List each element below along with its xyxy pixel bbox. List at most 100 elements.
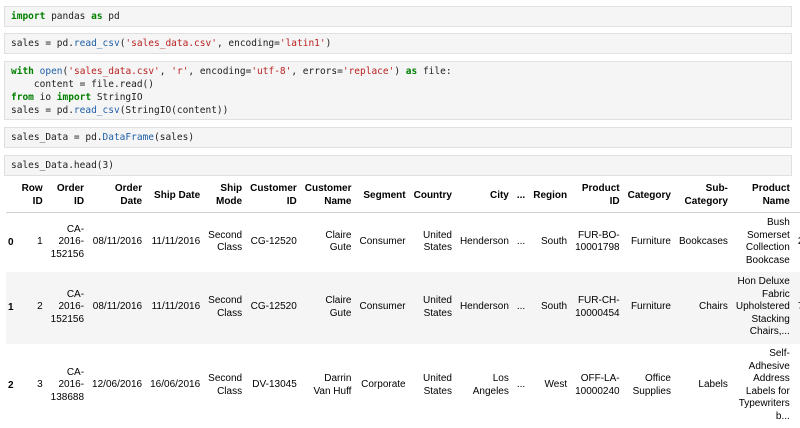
cell-text: Country (413, 189, 452, 201)
cell-text: Consumer (359, 236, 406, 247)
cell-text: Name (324, 196, 352, 207)
table-cell: United States (410, 272, 456, 344)
cell-text: 11/11/2016 (151, 301, 201, 313)
column-header: Customer Name (301, 178, 356, 213)
cell-text: FUR-BO- (577, 229, 620, 241)
cell-text: Darrin (324, 373, 352, 384)
column-header: Sub- Category (675, 178, 732, 213)
column-header: Customer ID (246, 178, 301, 213)
code-line: sales = pd.read_csv('sales_data.csv', en… (11, 38, 332, 49)
cell-text: Category (684, 196, 728, 207)
cell-text: ID (286, 196, 297, 207)
table-cell: Furniture (624, 213, 675, 272)
code-cell-head[interactable]: sales_Data.head(3) (4, 155, 792, 176)
table-cell: CA- 2016- 152156 (47, 213, 88, 272)
code-cell-dataframe[interactable]: sales_Data = pd.DataFrame(sales) (4, 127, 792, 148)
cell-text: Corporate (361, 379, 406, 391)
cell-text: Adhesive (748, 360, 790, 372)
cell-text: States (423, 385, 452, 397)
column-header: Product ID (571, 178, 624, 213)
table-cell: 08/11/2016 (88, 213, 146, 272)
cell-text: Second (208, 229, 243, 241)
column-header: ... (513, 178, 529, 213)
table-cell: South (529, 272, 571, 344)
code-line: sales_Data.head(3) (11, 160, 114, 171)
cell-text: Hon Deluxe (737, 276, 790, 288)
cell-text: Los (492, 373, 509, 384)
code-line: from io import StringIO (11, 92, 143, 103)
table-cell: 12/06/2016 (88, 344, 146, 428)
table-cell: CA- 2016- 152156 (47, 272, 88, 344)
dataframe-output-table: Row ID Order ID Order Date Ship Date Ship Mode Cu… (6, 178, 800, 428)
cell-text: Furniture (630, 301, 671, 313)
code-cell-read-csv[interactable]: sales = pd.read_csv('sales_data.csv', en… (4, 33, 792, 54)
row-index: 1 (8, 302, 14, 313)
row-index: 0 (8, 236, 14, 248)
cell-text: Supplies (632, 385, 671, 397)
table-cell: Second Class (204, 344, 246, 428)
table-cell: Chairs (675, 272, 732, 344)
cell-text: Furniture (630, 236, 671, 247)
cell-text: United (423, 229, 452, 241)
cell-text: ... (516, 379, 526, 391)
cell-text: Upholstered (735, 301, 790, 313)
cell-text: 2016- (58, 301, 85, 313)
cell-text: Bush (767, 217, 790, 229)
table-cell: 08/11/2016 (88, 272, 146, 344)
table-header-row: Row ID Order ID Order Date Ship Date Ship Mode Cu… (6, 178, 800, 213)
cell-text: Gute (329, 307, 352, 319)
table-cell: ... (513, 213, 529, 272)
cell-text: Class (217, 385, 243, 397)
table-cell: CG-12520 (246, 272, 301, 344)
cell-text: Product (752, 183, 790, 194)
table-cell: Corporate (355, 344, 409, 428)
code-cell-open-file[interactable]: with open('sales_data.csv', 'r', encodin… (4, 61, 792, 120)
cell-text: Segment (363, 189, 406, 201)
cell-text: Row (21, 183, 43, 194)
cell-text: CA- (66, 223, 85, 235)
cell-text: 08/11/2016 (92, 236, 143, 247)
column-header: Order Date (88, 178, 146, 213)
table-cell: Darrin Van Huff (301, 344, 356, 428)
code-line: sales = pd.read_csv(StringIO(content)) (11, 105, 229, 116)
cell-text: 10000240 (575, 385, 620, 397)
cell-text: 3 (37, 379, 43, 391)
row-index: 2 (8, 380, 14, 391)
cell-text: Chairs,... (749, 326, 790, 338)
cell-text: West (544, 379, 568, 391)
cell-text: OFF-LA- (580, 373, 620, 384)
table-cell: ... (513, 272, 529, 344)
index-header (6, 178, 18, 213)
cell-text: ... (516, 301, 526, 313)
table-cell: CG-12520 (246, 213, 301, 272)
table-cell: DV-13045 (246, 344, 301, 428)
column-header: Country (410, 178, 456, 213)
cell-text: Bookcase (745, 254, 790, 266)
cell-text: United (423, 373, 452, 384)
column-header: Region (529, 178, 571, 213)
table-cell: ... (513, 344, 529, 428)
cell-text: Henderson (459, 301, 509, 313)
table-cell: Consumer (355, 213, 409, 272)
code-line: content = file.read() (11, 79, 154, 90)
cell-text: 12/06/2016 (92, 379, 143, 391)
cell-text: Self- (769, 348, 790, 359)
table-cell: Los Angeles (456, 344, 513, 428)
table-cell: West (529, 344, 571, 428)
code-cell-import[interactable]: import pandas as pd (4, 6, 792, 27)
table-cell: 731.94 (794, 272, 800, 344)
cell-text: Ship (220, 183, 243, 194)
cell-text: ID (609, 196, 620, 207)
table-cell: FUR-BO- 10001798 (571, 213, 624, 272)
table-cell: South (529, 213, 571, 272)
cell-text: 152156 (50, 313, 85, 325)
table-cell: Claire Gute (301, 272, 356, 344)
code-line: sales_Data = pd.DataFrame(sales) (11, 132, 195, 143)
column-header: City (456, 178, 513, 213)
table-cell: Second Class (204, 272, 246, 344)
cell-text: Bookcases (678, 236, 728, 247)
cell-text: ... (516, 236, 526, 247)
cell-text: ID (32, 196, 43, 207)
cell-text: Name (762, 196, 790, 207)
cell-text: b... (775, 410, 790, 422)
